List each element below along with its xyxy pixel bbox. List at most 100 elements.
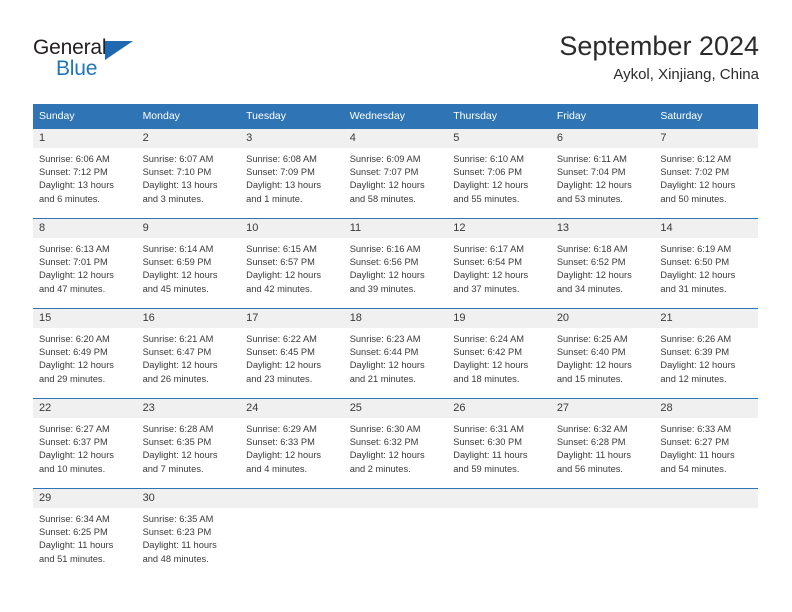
page-location: Aykol, Xinjiang, China	[613, 66, 759, 83]
calendar-day-cell[interactable]: 17 Sunrise: 6:22 AM Sunset: 6:45 PM Dayligh…	[240, 308, 344, 399]
calendar-day-cell[interactable]: 5 Sunrise: 6:10 AM Sunset: 7:06 PM Daylight…	[447, 129, 551, 219]
sunrise-time: Sunrise: 6:22 AM	[246, 334, 317, 344]
calendar-day-cell[interactable]: 30 Sunrise: 6:35 AM Sunset: 6:23 PM Dayligh…	[136, 488, 241, 578]
day-number: 21	[654, 309, 758, 328]
daylight-duration-line1: Daylight: 12 hours	[349, 180, 425, 191]
day-number: 1	[33, 129, 137, 148]
weekday-header-monday: Monday	[136, 104, 241, 129]
daylight-duration-line1: Daylight: 12 hours	[349, 360, 425, 371]
sunset-time: Sunset: 7:09 PM	[246, 167, 315, 178]
daylight-duration-line1: Daylight: 12 hours	[39, 450, 114, 461]
daylight-duration-line2: and 53 minutes.	[556, 193, 623, 204]
daylight-duration-line1: Daylight: 12 hours	[246, 360, 322, 371]
daylight-duration-line1: Daylight: 12 hours	[453, 180, 529, 191]
daylight-duration-line1: Daylight: 12 hours	[556, 360, 632, 371]
sunset-time: Sunset: 7:10 PM	[142, 167, 212, 178]
calendar-day-cell[interactable]: 1 Sunrise: 6:06 AM Sunset: 7:12 PM Daylight…	[33, 129, 137, 219]
calendar-day-cell[interactable]: 11 Sunrise: 6:16 AM Sunset: 6:56 PM Dayligh…	[343, 218, 448, 309]
calendar-day-cell[interactable]: 3 Sunrise: 6:08 AM Sunset: 7:09 PM Daylight…	[240, 129, 344, 219]
day-number	[654, 489, 758, 508]
calendar-page: General Blue September 2024 Aykol, Xinji…	[0, 0, 792, 612]
calendar-empty-cell	[447, 488, 551, 578]
calendar-day-cell[interactable]: 10 Sunrise: 6:15 AM Sunset: 6:57 PM Dayligh…	[240, 218, 344, 309]
day-number	[550, 489, 655, 508]
calendar-day-cell[interactable]: 7 Sunrise: 6:12 AM Sunset: 7:02 PM Daylight…	[654, 129, 758, 219]
calendar-day-cell[interactable]: 8 Sunrise: 6:13 AM Sunset: 7:01 PM Daylight…	[33, 218, 137, 309]
calendar-day-cell[interactable]: 13 Sunrise: 6:18 AM Sunset: 6:52 PM Dayligh…	[550, 218, 655, 309]
calendar-day-cell[interactable]: 19 Sunrise: 6:24 AM Sunset: 6:42 PM Dayligh…	[447, 308, 551, 399]
calendar-day-cell[interactable]: 28 Sunrise: 6:33 AM Sunset: 6:27 PM Dayligh…	[654, 398, 758, 489]
calendar-day-cell[interactable]: 15 Sunrise: 6:20 AM Sunset: 6:49 PM Dayligh…	[33, 308, 137, 399]
weekday-header-wednesday: Wednesday	[343, 104, 448, 129]
daylight-duration-line2: and 21 minutes.	[349, 373, 416, 384]
day-number	[343, 489, 448, 508]
daylight-duration-line2: and 2 minutes.	[349, 463, 411, 474]
calendar-day-cell[interactable]: 2 Sunrise: 6:07 AM Sunset: 7:10 PM Daylight…	[136, 129, 241, 219]
daylight-duration-line2: and 31 minutes.	[660, 283, 727, 294]
daylight-duration-line1: Daylight: 13 hours	[246, 180, 322, 191]
generalblue-logo[interactable]: General Blue	[33, 36, 163, 82]
sunrise-time: Sunrise: 6:07 AM	[142, 154, 214, 164]
daylight-duration-line2: and 58 minutes.	[349, 193, 416, 204]
calendar-day-cell[interactable]: 9 Sunrise: 6:14 AM Sunset: 6:59 PM Daylight…	[136, 218, 241, 309]
calendar-day-cell[interactable]: 29 Sunrise: 6:34 AM Sunset: 6:25 PM Dayligh…	[33, 488, 137, 578]
calendar-day-cell[interactable]: 4 Sunrise: 6:09 AM Sunset: 7:07 PM Daylight…	[343, 129, 448, 219]
day-number: 8	[33, 219, 137, 238]
calendar-day-cell[interactable]: 18 Sunrise: 6:23 AM Sunset: 6:44 PM Dayligh…	[343, 308, 448, 399]
sunrise-time: Sunrise: 6:18 AM	[556, 244, 628, 254]
sunrise-time: Sunrise: 6:10 AM	[453, 154, 525, 164]
daylight-duration-line2: and 59 minutes.	[453, 463, 520, 474]
sunset-time: Sunset: 6:47 PM	[142, 347, 212, 358]
day-sun-info: Sunrise: 6:17 AM Sunset: 6:54 PM Daylight:…	[447, 238, 551, 296]
day-sun-info: Sunrise: 6:19 AM Sunset: 6:50 PM Daylight:…	[654, 238, 758, 296]
daylight-duration-line1: Daylight: 12 hours	[556, 270, 632, 281]
calendar-day-cell[interactable]: 16 Sunrise: 6:21 AM Sunset: 6:47 PM Dayligh…	[136, 308, 241, 399]
calendar-day-cell[interactable]: 12 Sunrise: 6:17 AM Sunset: 6:54 PM Dayligh…	[447, 218, 551, 309]
day-sun-info: Sunrise: 6:33 AM Sunset: 6:27 PM Daylight:…	[654, 418, 758, 476]
daylight-duration-line1: Daylight: 12 hours	[349, 450, 425, 461]
sunrise-time: Sunrise: 6:25 AM	[556, 334, 628, 344]
logo-text-blue: Blue	[56, 57, 98, 80]
daylight-duration-line2: and 15 minutes.	[556, 373, 623, 384]
day-sun-info: Sunrise: 6:10 AM Sunset: 7:06 PM Daylight:…	[447, 148, 551, 206]
day-sun-info: Sunrise: 6:12 AM Sunset: 7:02 PM Daylight:…	[654, 148, 758, 206]
sunset-time: Sunset: 6:45 PM	[246, 347, 315, 358]
daylight-duration-line1: Daylight: 13 hours	[39, 180, 114, 191]
sunrise-time: Sunrise: 6:33 AM	[660, 424, 732, 434]
day-number: 29	[33, 489, 137, 508]
sunset-time: Sunset: 6:44 PM	[349, 347, 419, 358]
calendar-day-cell[interactable]: 22 Sunrise: 6:27 AM Sunset: 6:37 PM Dayligh…	[33, 398, 137, 489]
calendar-day-cell[interactable]: 26 Sunrise: 6:31 AM Sunset: 6:30 PM Dayligh…	[447, 398, 551, 489]
day-number: 20	[550, 309, 655, 328]
day-sun-info: Sunrise: 6:21 AM Sunset: 6:47 PM Daylight:…	[137, 328, 241, 386]
daylight-duration-line2: and 45 minutes.	[142, 283, 209, 294]
day-sun-info: Sunrise: 6:32 AM Sunset: 6:28 PM Daylight:…	[551, 418, 655, 476]
sunrise-time: Sunrise: 6:06 AM	[39, 154, 110, 164]
daylight-duration-line2: and 6 minutes.	[39, 193, 100, 204]
daylight-duration-line1: Daylight: 12 hours	[660, 360, 736, 371]
sunset-time: Sunset: 6:49 PM	[39, 347, 108, 358]
calendar-day-cell[interactable]: 27 Sunrise: 6:32 AM Sunset: 6:28 PM Dayligh…	[550, 398, 655, 489]
page-header: General Blue September 2024 Aykol, Xinji…	[0, 0, 792, 100]
daylight-duration-line2: and 48 minutes.	[142, 553, 209, 564]
sunrise-time: Sunrise: 6:15 AM	[246, 244, 317, 254]
calendar-empty-cell	[654, 488, 758, 578]
calendar-day-cell[interactable]: 23 Sunrise: 6:28 AM Sunset: 6:35 PM Dayligh…	[136, 398, 241, 489]
sunrise-time: Sunrise: 6:13 AM	[39, 244, 110, 254]
calendar-day-cell[interactable]: 25 Sunrise: 6:30 AM Sunset: 6:32 PM Dayligh…	[343, 398, 448, 489]
sunset-time: Sunset: 6:33 PM	[246, 437, 315, 448]
calendar-day-cell[interactable]: 24 Sunrise: 6:29 AM Sunset: 6:33 PM Dayligh…	[240, 398, 344, 489]
day-sun-info: Sunrise: 6:24 AM Sunset: 6:42 PM Daylight:…	[447, 328, 551, 386]
day-number: 11	[343, 219, 448, 238]
weekday-header-friday: Friday	[550, 104, 655, 129]
day-number: 19	[447, 309, 551, 328]
calendar-day-cell[interactable]: 21 Sunrise: 6:26 AM Sunset: 6:39 PM Dayligh…	[654, 308, 758, 399]
weekday-header-saturday: Saturday	[654, 104, 758, 129]
sunrise-time: Sunrise: 6:12 AM	[660, 154, 732, 164]
calendar-day-cell[interactable]: 6 Sunrise: 6:11 AM Sunset: 7:04 PM Daylight…	[550, 129, 655, 219]
sunset-time: Sunset: 7:07 PM	[349, 167, 419, 178]
calendar-day-cell[interactable]: 20 Sunrise: 6:25 AM Sunset: 6:40 PM Dayligh…	[550, 308, 655, 399]
calendar-day-cell[interactable]: 14 Sunrise: 6:19 AM Sunset: 6:50 PM Dayligh…	[654, 218, 758, 309]
daylight-duration-line2: and 3 minutes.	[142, 193, 204, 204]
daylight-duration-line1: Daylight: 11 hours	[453, 450, 528, 461]
